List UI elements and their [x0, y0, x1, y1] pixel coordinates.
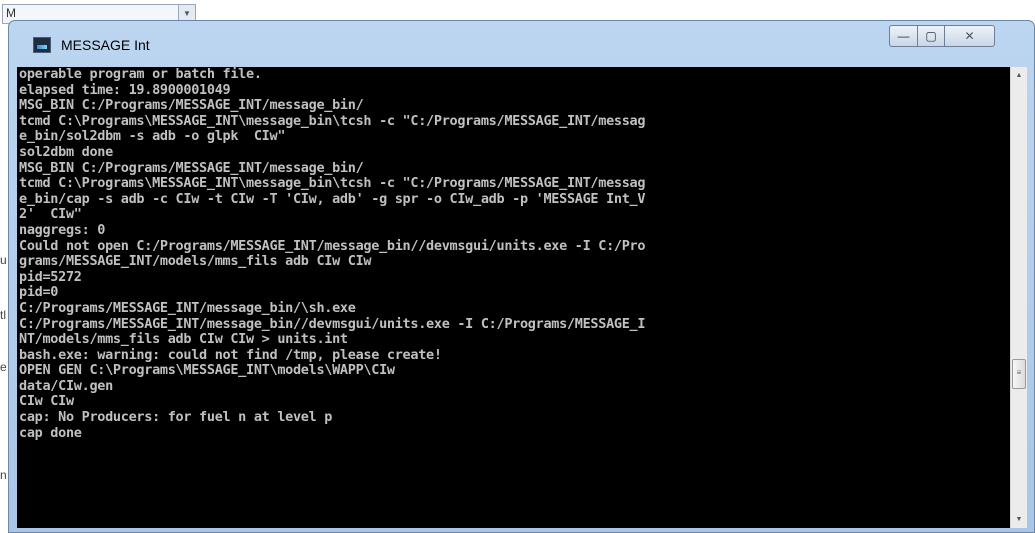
scrollbar-thumb[interactable]: ≡	[1012, 359, 1026, 389]
console-line: naggregs: 0	[19, 221, 106, 238]
console-line: pid=0	[19, 284, 59, 301]
minimize-icon: —	[897, 29, 910, 43]
console-output-area[interactable]: operable program or batch file. elapsed t…	[17, 67, 1027, 528]
console-line: C:/Programs/MESSAGE_INT/message_bin/\sh.…	[19, 299, 356, 316]
arrow-down-icon: ▼	[1015, 516, 1023, 523]
maximize-icon: ▢	[925, 29, 937, 43]
console-line: pid=5272	[19, 268, 82, 285]
console-line: MSG_BIN C:/Programs/MESSAGE_INT/message_…	[19, 159, 364, 176]
vertical-scrollbar[interactable]: ▲ ≡ ▼	[1010, 67, 1027, 528]
console-line: e_bin/sol2dbm -s adb -o glpk CIw"	[19, 128, 286, 145]
background-letter: n	[0, 468, 7, 482]
console-line: elapsed time: 19.8900001049	[19, 81, 231, 98]
console-line: C:/Programs/MESSAGE_INT/message_bin//dev…	[19, 315, 646, 332]
console-app-icon[interactable]	[33, 37, 51, 53]
console-line: Could not open C:/Programs/MESSAGE_INT/m…	[19, 237, 646, 254]
arrow-up-icon: ▲	[1015, 72, 1023, 79]
close-button[interactable]: ✕	[944, 25, 995, 47]
console-line: bash.exe: warning: could not find /tmp, …	[19, 346, 442, 363]
background-letter: u	[0, 253, 7, 267]
background-letter: tl	[0, 308, 6, 322]
console-line: MSG_BIN C:/Programs/MESSAGE_INT/message_…	[19, 97, 364, 114]
maximize-button[interactable]: ▢	[917, 25, 945, 47]
background-letter: e	[0, 360, 7, 374]
console-line: cap: No Producers: for fuel n at level p	[19, 409, 333, 426]
console-text: operable program or batch file. elapsed t…	[19, 67, 1014, 441]
title-bar[interactable]: MESSAGE Int — ▢ ✕	[9, 21, 1034, 65]
console-line: operable program or batch file.	[19, 67, 262, 82]
console-line: sol2dbm done	[19, 143, 113, 160]
console-window: MESSAGE Int — ▢ ✕ operable program or ba…	[8, 20, 1035, 533]
console-line: tcmd C:\Programs\MESSAGE_INT\message_bin…	[19, 175, 646, 192]
console-line: tcmd C:\Programs\MESSAGE_INT\message_bin…	[19, 112, 646, 129]
minimize-button[interactable]: —	[889, 25, 918, 47]
console-line: grams/MESSAGE_INT/models/mms_fils adb CI…	[19, 253, 372, 270]
window-title: MESSAGE Int	[61, 37, 150, 53]
console-line: NT/models/mms_fils adb CIw CIw > units.i…	[19, 331, 348, 348]
close-icon: ✕	[964, 29, 975, 43]
scroll-down-button[interactable]: ▼	[1011, 511, 1027, 528]
console-line: cap done	[19, 424, 82, 441]
scroll-up-button[interactable]: ▲	[1011, 67, 1027, 84]
console-line: 2' CIw"	[19, 206, 82, 223]
background-combo-text: M	[6, 6, 16, 20]
console-line: data/CIw.gen	[19, 377, 113, 394]
grip-icon: ≡	[1016, 368, 1022, 377]
console-line: CIw CIw	[19, 393, 74, 410]
console-line: e_bin/cap -s adb -c CIw -t CIw -T 'CIw, …	[19, 190, 646, 207]
console-line: OPEN GEN C:\Programs\MESSAGE_INT\models\…	[19, 362, 395, 379]
